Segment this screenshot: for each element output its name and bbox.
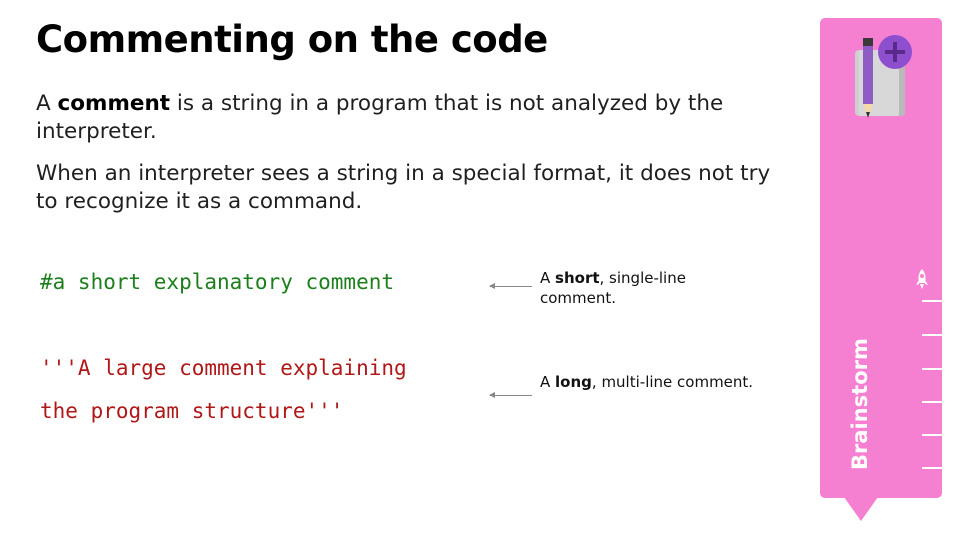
slide-title: Commenting on the code	[36, 18, 548, 61]
ruler-tick	[922, 434, 942, 436]
ruler-tick	[922, 334, 942, 336]
ruler-tick	[922, 300, 942, 302]
notebook-pencil-plus-icon	[845, 34, 917, 124]
arrow-left-icon	[489, 392, 532, 398]
code-single-line-comment: #a short explanatory comment	[40, 270, 395, 294]
definition-term: comment	[57, 91, 171, 116]
sidebar-label: Brainstorm	[848, 338, 872, 470]
code-multi-line-comment-line-1: '''A large comment explaining	[40, 356, 407, 380]
sidebar-pointer	[844, 497, 878, 521]
note-long-prefix: A	[540, 373, 556, 391]
note-short-comment: A short, single-line comment.	[540, 268, 740, 308]
note-long-comment: A long, multi-line comment.	[540, 372, 800, 392]
note-short-bold: short	[555, 269, 600, 287]
note-short-prefix: A	[540, 269, 556, 287]
ruler-tick	[922, 368, 942, 370]
code-multi-line-comment-line-2: the program structure'''	[40, 399, 344, 423]
arrow-left-icon	[489, 283, 532, 289]
note-long-bold: long	[555, 373, 592, 391]
note-long-suffix: , multi-line comment.	[591, 373, 754, 391]
comment-definition: A comment is a string in a program that …	[36, 90, 776, 146]
ruler-tick	[922, 467, 942, 469]
definition-prefix: A	[36, 91, 58, 116]
interpreter-explanation: When an interpreter sees a string in a s…	[36, 161, 771, 214]
rocket-icon	[913, 268, 931, 290]
ruler-tick	[922, 401, 942, 403]
